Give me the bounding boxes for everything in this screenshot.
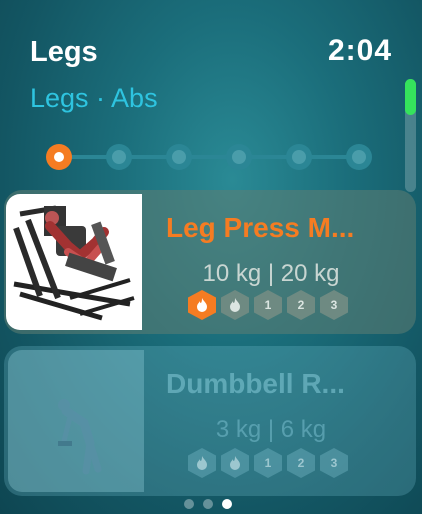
progress-step-1 — [46, 144, 72, 170]
flame-icon — [230, 456, 240, 470]
progress-step-5 — [286, 144, 312, 170]
exercise-card-leg-press[interactable]: Leg Press M... 10 kg | 20 kg 1 2 3 — [4, 190, 416, 334]
flame-icon — [230, 298, 240, 312]
leg-press-machine-icon — [13, 205, 135, 321]
page-dot-2[interactable] — [203, 499, 213, 509]
progress-step-2 — [106, 144, 132, 170]
exercise-weights: 10 kg | 20 kg — [202, 260, 340, 287]
progress-step-3 — [166, 144, 192, 170]
exercise-image — [6, 194, 142, 330]
set-badges: 1 2 3 — [188, 448, 348, 478]
set-badge-2[interactable]: 2 — [287, 448, 315, 478]
warmup-set-badge[interactable] — [221, 448, 249, 478]
dumbbell-row-figure-icon — [58, 399, 102, 475]
exercise-name: Dumbbell R... — [166, 368, 345, 399]
flame-icon — [197, 298, 207, 312]
clock-time: 2:04 — [327, 34, 392, 67]
exercise-weights: 3 kg | 6 kg — [215, 416, 327, 443]
set-badge-2[interactable]: 2 — [287, 290, 315, 320]
workout-subtitle: Legs · Abs — [30, 83, 158, 113]
warmup-set-badge[interactable] — [221, 290, 249, 320]
progress-step-6 — [346, 144, 372, 170]
page-indicator — [184, 499, 232, 509]
progress-step-4 — [226, 144, 252, 170]
flame-icon — [197, 456, 207, 470]
set-badge-3[interactable]: 3 — [320, 290, 348, 320]
exercise-card-dumbbell-row[interactable]: Dumbbell R... 3 kg | 6 kg 1 2 3 — [4, 346, 416, 496]
exercise-image — [8, 350, 144, 492]
workout-title: Legs — [30, 36, 98, 68]
scrollbar-thumb[interactable] — [405, 79, 416, 115]
set-badge-3[interactable]: 3 — [320, 448, 348, 478]
set-badge-1[interactable]: 1 — [254, 290, 282, 320]
set-badges: 1 2 3 — [188, 290, 348, 320]
page-dot-1[interactable] — [184, 499, 194, 509]
set-badge-1[interactable]: 1 — [254, 448, 282, 478]
exercise-progress — [46, 142, 372, 172]
warmup-set-badge[interactable] — [188, 448, 216, 478]
exercise-name: Leg Press M... — [166, 212, 355, 243]
warmup-set-badge[interactable] — [188, 290, 216, 320]
page-dot-3[interactable] — [222, 499, 232, 509]
